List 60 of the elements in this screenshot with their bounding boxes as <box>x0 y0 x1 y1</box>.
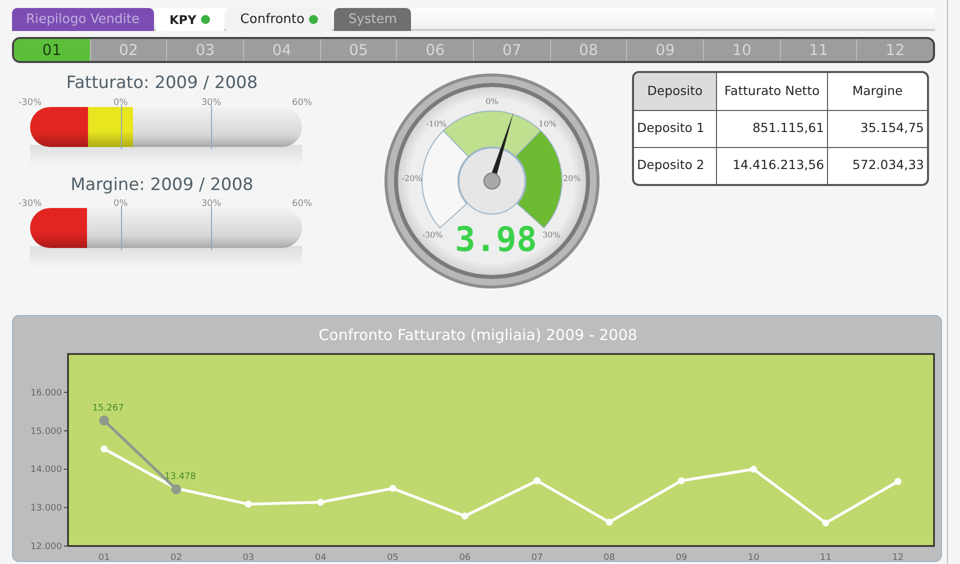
chart-title: Confronto Fatturato (migliaia) 2009 - 2008 <box>318 326 638 344</box>
scale-label: -30% <box>18 198 42 211</box>
y-tick-label: 16.000 <box>30 388 62 398</box>
month-tab[interactable]: 06 <box>396 39 474 61</box>
month-tab[interactable]: 11 <box>780 39 856 61</box>
scale-label: 60% <box>292 96 312 110</box>
y-tick-label: 12.000 <box>30 542 62 552</box>
month-tab[interactable]: 12 <box>856 39 933 61</box>
gauge-scale-label: -10% <box>426 119 447 128</box>
column-header: Margine <box>828 73 927 110</box>
bar-title: Margine: 2009 / 2008 <box>70 174 254 196</box>
x-tick-label: 08 <box>604 553 615 563</box>
x-tick-label: 04 <box>314 553 326 563</box>
month-tab[interactable]: 07 <box>473 39 550 61</box>
column-header: Deposito <box>634 73 716 110</box>
y-tick-label: 13.000 <box>30 504 62 514</box>
gauge-scale-label: -20% <box>402 174 422 184</box>
x-tick-label: 05 <box>387 553 398 563</box>
month-tab[interactable]: 02 <box>90 39 166 61</box>
tab[interactable]: System <box>334 8 411 31</box>
x-tick-label: 11 <box>820 553 832 563</box>
y-tick-label: 15.000 <box>30 426 62 437</box>
bar-title: Fatturato: 2009 / 2008 <box>65 72 259 95</box>
gauge-scale-label: 10% <box>538 119 556 128</box>
scale-label: 30% <box>201 198 222 211</box>
tab[interactable]: Riepilogo Vendite <box>12 8 154 31</box>
table-cell: 851.115,61 <box>716 110 828 147</box>
gauge-scale-label: -30% <box>422 230 443 240</box>
month-tab[interactable]: 08 <box>550 39 626 61</box>
table-cell: 572.034,33 <box>828 147 927 184</box>
month-tab[interactable]: 03 <box>166 39 244 61</box>
scale-label: 0% <box>114 198 128 211</box>
scale-label: 0% <box>114 96 128 110</box>
table-cell: Deposito 1 <box>634 110 716 147</box>
gauge-readout: 3.98 <box>455 220 537 260</box>
x-tick-label: 02 <box>170 553 182 563</box>
gauge-scale-label: 20% <box>563 174 581 184</box>
y-tick-label: 14.000 <box>30 465 62 476</box>
x-tick-label: 07 <box>531 553 543 563</box>
gauge-scale-label: 30% <box>542 230 560 240</box>
month-tab[interactable]: 10 <box>703 39 780 61</box>
x-tick-label: 10 <box>748 553 760 563</box>
month-tab[interactable]: 04 <box>243 39 320 61</box>
data-label: 13.478 <box>164 472 196 482</box>
table-cell: Deposito 2 <box>634 147 716 184</box>
scale-label: 60% <box>292 198 312 211</box>
x-tick-label: 03 <box>242 553 254 563</box>
data-label: 15.267 <box>92 404 124 414</box>
x-tick-label: 01 <box>98 553 110 563</box>
month-tab[interactable]: 05 <box>320 39 396 61</box>
gauge-scale-label: 0% <box>486 97 498 106</box>
x-tick-label: 06 <box>459 553 471 563</box>
scale-label: -30% <box>18 96 42 110</box>
month-tab[interactable]: 09 <box>626 39 704 61</box>
x-tick-label: 09 <box>676 553 688 563</box>
month-tab[interactable]: 01 <box>14 39 90 61</box>
x-tick-label: 12 <box>892 553 904 563</box>
column-header: Fatturato Netto <box>716 73 828 110</box>
scale-label: 30% <box>201 96 222 110</box>
tab[interactable]: Confronto <box>226 8 332 31</box>
